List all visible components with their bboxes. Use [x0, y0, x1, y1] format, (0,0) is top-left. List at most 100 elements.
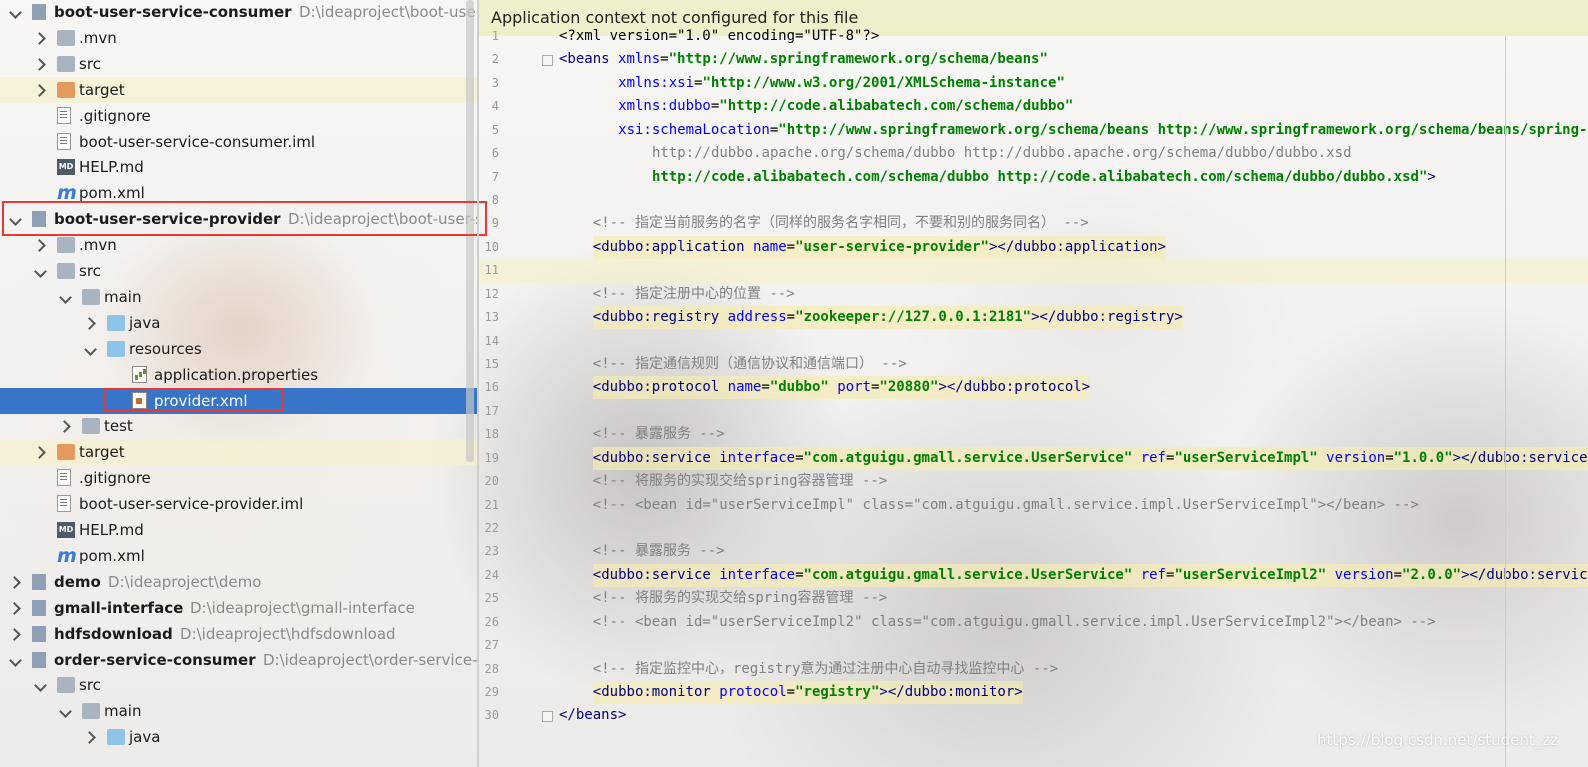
line-number: 11 — [484, 263, 499, 278]
tree-row[interactable]: .gitignore — [0, 103, 477, 129]
code-line[interactable]: 1 <?xml version="1.0" encoding="UTF-8"?> — [479, 25, 1588, 48]
chevron-down-icon[interactable] — [8, 0, 22, 25]
fold-marker-icon[interactable] — [542, 55, 553, 67]
token-attr: interface — [719, 449, 796, 466]
code-line[interactable]: 18 <!-- 暴露服务 --> — [479, 423, 1588, 446]
token-plain: = — [795, 566, 804, 583]
tree-row[interactable]: MD HELP.md — [0, 517, 477, 543]
code-line[interactable]: 20 <!-- 将服务的实现交给spring容器管理 --> — [479, 470, 1588, 493]
tree-row-label: .mvn — [79, 28, 117, 47]
tree-row[interactable]: boot-user-service-consumer.iml — [0, 129, 477, 155]
chevron-right-icon[interactable] — [33, 439, 47, 465]
code-line[interactable]: 29 <dubbo:monitor protocol="registry"></d… — [479, 681, 1588, 705]
tree-row[interactable]: java — [0, 724, 477, 750]
tree-row[interactable]: java — [0, 310, 477, 336]
code-line[interactable]: 27 — [479, 634, 1588, 657]
tree-row[interactable]: gmall-interface D:\ideaproject\gmall-inte… — [0, 595, 477, 621]
code-line[interactable]: 16 <dubbo:protocol name="dubbo" port="208… — [479, 376, 1588, 400]
chevron-down-icon[interactable] — [83, 336, 97, 362]
line-number: 20 — [484, 474, 499, 489]
file-icon — [57, 469, 71, 487]
code-line[interactable]: 28 <!-- 指定监控中心，registry意为通过注册中心自动寻找监控中心 -… — [479, 658, 1588, 681]
tree-row[interactable]: boot-user-service-provider.iml — [0, 491, 477, 517]
code-line[interactable]: 14 — [479, 330, 1588, 353]
token-plain: = — [660, 51, 669, 68]
code-line[interactable]: 15 <!-- 指定通信规则（通信协议和通信端口） --> — [479, 353, 1588, 376]
chevron-down-icon[interactable] — [8, 647, 22, 673]
code-line[interactable]: 4 xmlns:dubbo="http://code.alibabatech.co… — [479, 95, 1588, 118]
tree-row[interactable]: MD HELP.md — [0, 154, 477, 180]
code-line[interactable]: 25 <!-- 将服务的实现交给spring容器管理 --> — [479, 587, 1588, 610]
chevron-right-icon[interactable] — [33, 51, 47, 77]
code-line[interactable]: 5 xsi:schemaLocation="http://www.springfr… — [479, 119, 1588, 142]
chevron-right-icon[interactable] — [8, 569, 22, 595]
code-line[interactable]: 13 <dubbo:registry address="zookeeper://1… — [479, 306, 1588, 330]
code-line[interactable]: 24 <dubbo:service interface="com.atguigu.… — [479, 563, 1588, 587]
line-number: 4 — [491, 99, 499, 114]
tree-row-label: HELP.md — [79, 158, 144, 177]
chevron-right-icon[interactable] — [8, 595, 22, 621]
line-number: 1 — [491, 29, 499, 43]
tree-row-label: .gitignore — [79, 106, 151, 125]
tree-row[interactable]: resources — [0, 336, 477, 362]
tree-row[interactable]: test — [0, 413, 477, 439]
project-tree[interactable]: boot-user-service-consumer D:\ideaproject… — [0, 0, 477, 767]
tree-row[interactable]: src — [0, 672, 477, 698]
code-line[interactable]: 8 — [479, 189, 1588, 212]
tree-row[interactable]: src — [0, 51, 477, 77]
code-line[interactable]: 7 http://code.alibabatech.com/schema/dubb… — [479, 166, 1588, 189]
token-val: "http://www.w3.org/2001/XMLSchema-instan… — [702, 74, 1065, 91]
tree-row[interactable]: m pom.xml — [0, 543, 477, 569]
code-line[interactable]: 6 http://dubbo.apache.org/schema/dubbo ht… — [479, 142, 1588, 165]
tree-row-path: D:\ideaproject\boot-user-se — [299, 3, 477, 21]
fold-marker-icon[interactable] — [542, 711, 553, 723]
code-editor[interactable]: Application context not configured for t… — [479, 0, 1588, 767]
chevron-right-icon[interactable] — [33, 77, 47, 103]
folder-grey-icon — [57, 677, 75, 694]
code-line[interactable]: 9 <!-- 指定当前服务的名字（同样的服务名字相同，不要和别的服务同名） --> — [479, 212, 1588, 235]
code-line[interactable]: 22 — [479, 517, 1588, 540]
chevron-down-icon[interactable] — [33, 672, 47, 698]
tree-row[interactable]: main — [0, 284, 477, 310]
chevron-down-icon[interactable] — [33, 258, 47, 284]
tree-row[interactable]: hdfsdownload D:\ideaproject\hdfsdownload — [0, 621, 477, 647]
chevron-right-icon[interactable] — [83, 724, 97, 750]
code-line[interactable]: 2 <beans xmlns="http://www.springframewor… — [479, 48, 1588, 71]
chevron-down-icon[interactable] — [58, 698, 72, 724]
code-text: <dubbo:service interface="com.atguigu.gm… — [592, 446, 1588, 470]
line-number: 23 — [484, 544, 499, 559]
code-text: </beans> — [559, 704, 626, 727]
tree-row[interactable]: .mvn — [0, 25, 477, 51]
line-number: 27 — [484, 638, 499, 653]
chevron-right-icon[interactable] — [33, 25, 47, 51]
code-line[interactable]: 17 — [479, 400, 1588, 423]
token-attr: xsi:schemaLocation — [618, 121, 770, 138]
tree-row-label: pom.xml — [79, 546, 145, 565]
tree-row[interactable]: src — [0, 258, 477, 284]
chevron-right-icon[interactable] — [8, 621, 22, 647]
tree-row[interactable]: target — [0, 76, 477, 103]
chevron-down-icon[interactable] — [58, 284, 72, 310]
file-icon — [57, 106, 71, 124]
code-line[interactable]: 19 <dubbo:service interface="com.atguigu.… — [479, 446, 1588, 470]
tree-row[interactable]: demo D:\ideaproject\demo — [0, 569, 477, 595]
code-line[interactable]: 21 <!-- <bean id="userServiceImpl" class=… — [479, 494, 1588, 517]
code-line[interactable]: 26 <!-- <bean id="userServiceImpl2" class… — [479, 611, 1588, 634]
code-line[interactable]: 3 xmlns:xsi="http://www.w3.org/2001/XMLSc… — [479, 72, 1588, 95]
tree-row[interactable]: main — [0, 698, 477, 724]
token-tag: <dubbo:registry — [592, 309, 728, 326]
code-line[interactable]: 23 <!-- 暴露服务 --> — [479, 540, 1588, 563]
tree-row[interactable]: boot-user-service-consumer D:\ideaproject… — [0, 0, 477, 25]
tree-row[interactable]: target — [0, 439, 477, 466]
tree-row[interactable]: order-service-consumer D:\ideaproject\ord… — [0, 647, 477, 673]
code-line[interactable]: 30 </beans> — [479, 704, 1588, 727]
tree-row[interactable]: .gitignore — [0, 465, 477, 491]
tree-row[interactable]: application.properties — [0, 362, 477, 388]
code-line[interactable]: 11 — [479, 259, 1588, 283]
line-number: 8 — [491, 193, 499, 207]
code-line[interactable]: 12 <!-- 指定注册中心的位置 --> — [479, 283, 1588, 306]
token-tag: ></dubbo:monitor> — [879, 684, 1023, 701]
chevron-right-icon[interactable] — [83, 310, 97, 336]
chevron-right-icon[interactable] — [58, 413, 72, 439]
code-line[interactable]: 10 <dubbo:application name="user-service-… — [479, 235, 1588, 259]
